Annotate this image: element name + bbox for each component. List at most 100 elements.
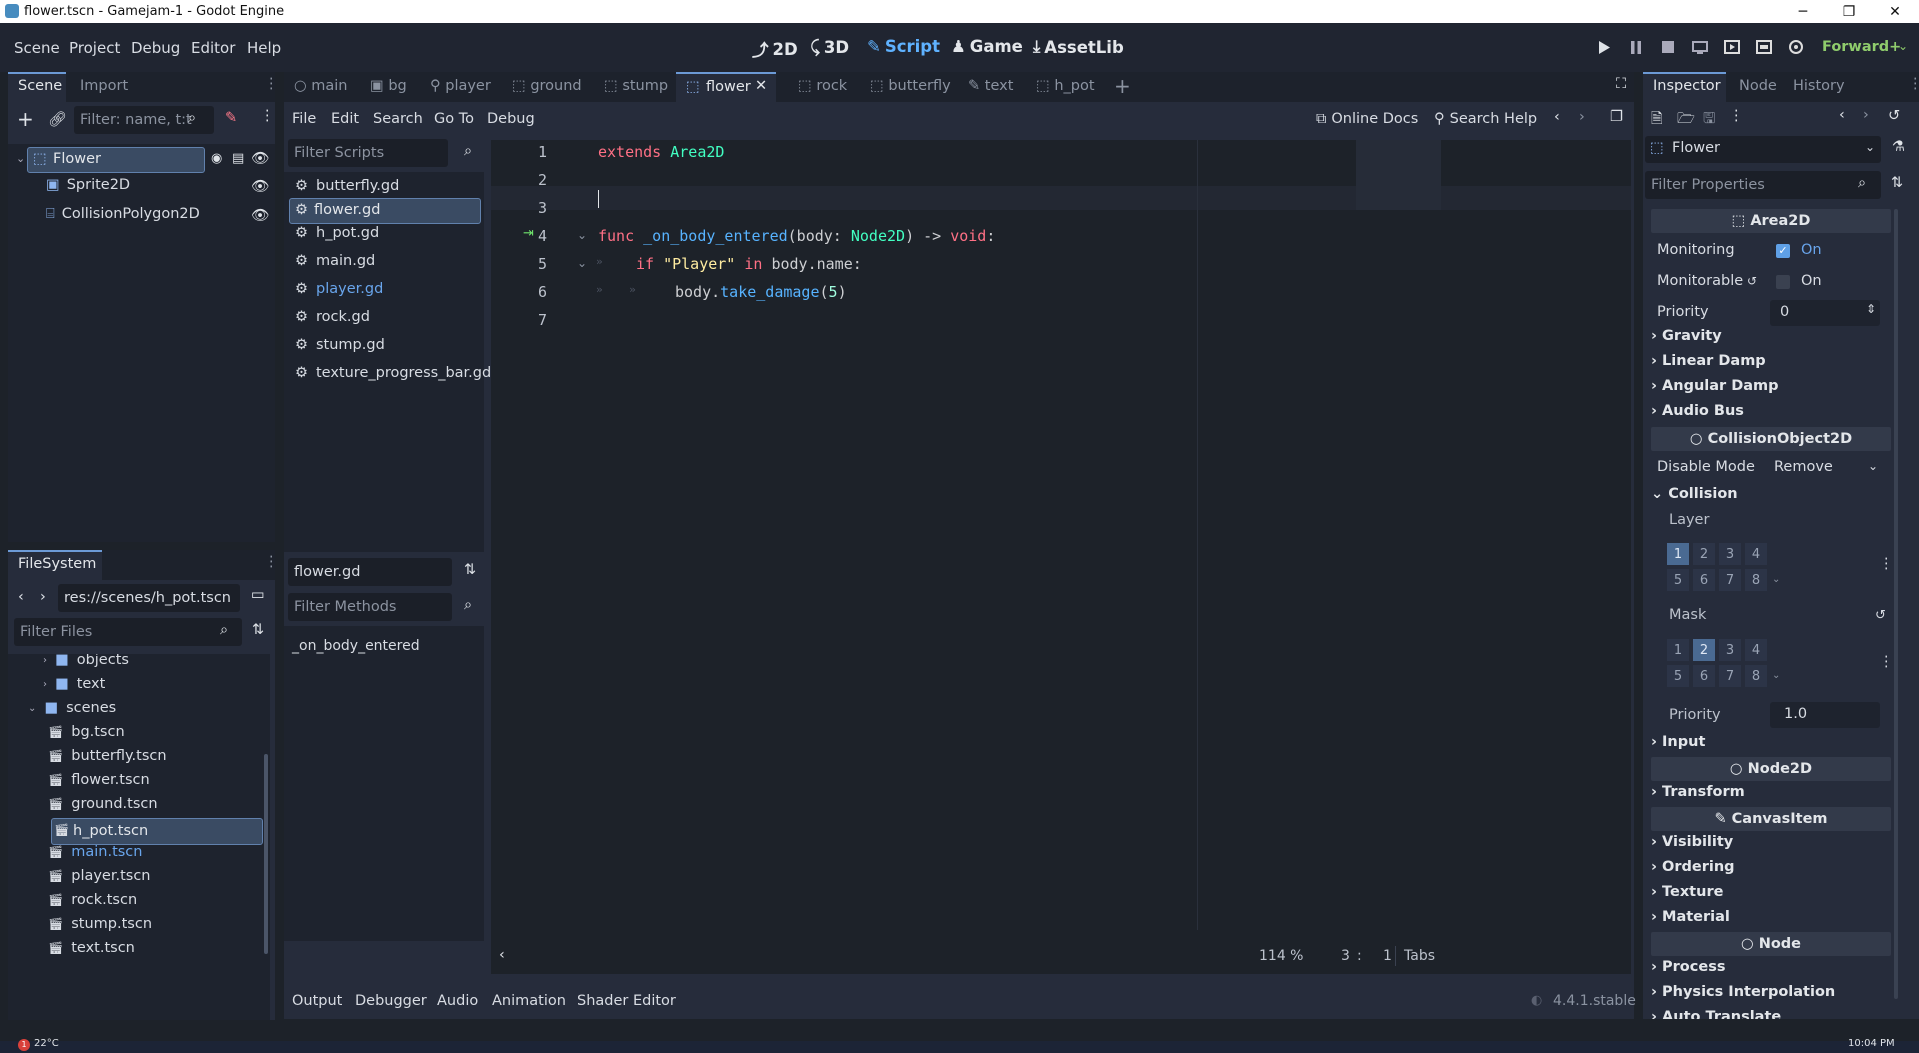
- scene-node-flower[interactable]: ⬚ Flower: [27, 147, 205, 173]
- script-menu-file[interactable]: File: [292, 111, 316, 127]
- next-object-icon[interactable]: ›: [1863, 107, 1869, 123]
- revert-icon[interactable]: ↺: [1747, 274, 1757, 288]
- updown-icon[interactable]: ⇕: [1866, 302, 1876, 316]
- tab-inspector[interactable]: Inspector: [1653, 78, 1721, 94]
- collision-bit-3[interactable]: 3: [1719, 639, 1741, 661]
- script-menu-edit[interactable]: Edit: [331, 111, 359, 127]
- collision-mask-grid[interactable]: 1234 5678: [1667, 639, 1767, 687]
- path-field[interactable]: res://scenes/h_pot.tscn: [58, 584, 240, 612]
- section-ordering[interactable]: › Ordering: [1651, 859, 1735, 875]
- collision-bit-5[interactable]: 5: [1667, 569, 1689, 591]
- bottom-tab-shader-editor[interactable]: Shader Editor: [577, 993, 676, 1009]
- script-item[interactable]: ⚙ rock.gd: [295, 309, 370, 325]
- file-item[interactable]: 🎬︎ player.tscn: [48, 868, 151, 884]
- collision-bit-7[interactable]: 7: [1719, 569, 1741, 591]
- script-item-selected[interactable]: ⚙ flower.gd: [289, 198, 481, 224]
- section-material[interactable]: › Material: [1651, 909, 1730, 925]
- tab-filesystem[interactable]: FileSystem: [18, 556, 96, 572]
- collision-bit-3[interactable]: 3: [1719, 543, 1741, 565]
- revert-icon[interactable]: ↺: [1875, 608, 1886, 623]
- workspace-script-button[interactable]: ✎ Script: [867, 37, 940, 56]
- script-item[interactable]: ⚙ texture_progress_bar.gd: [295, 365, 491, 381]
- section-gravity[interactable]: › Gravity: [1651, 328, 1722, 344]
- scene-node-sprite2d[interactable]: ▣ Sprite2D: [46, 177, 130, 193]
- scene-tab-flower[interactable]: ⬚ flower ✕: [676, 72, 776, 102]
- script-item[interactable]: ⚙ butterfly.gd: [295, 178, 399, 194]
- inspector-scrollbar[interactable]: [1894, 209, 1898, 999]
- weather-temp[interactable]: 22°C: [34, 1038, 59, 1049]
- collision-bit-5[interactable]: 5: [1667, 665, 1689, 687]
- history-forward-icon[interactable]: ›: [1579, 109, 1585, 125]
- monitorable-checkbox[interactable]: [1776, 275, 1790, 289]
- chevron-down-icon[interactable]: ⌄: [1898, 39, 1908, 53]
- file-item[interactable]: 🎬︎ text.tscn: [48, 940, 135, 956]
- dock-menu-icon[interactable]: ⋮: [264, 554, 279, 570]
- play-scene-icon[interactable]: [1720, 35, 1744, 59]
- bottom-tab-audio[interactable]: Audio: [437, 993, 478, 1009]
- collision-bit-6[interactable]: 6: [1693, 569, 1715, 591]
- scene-tab-butterfly[interactable]: ⬚ butterfly: [870, 78, 951, 94]
- distraction-free-icon[interactable]: ⛶: [1616, 76, 1626, 92]
- renderer-selector[interactable]: Forward+: [1822, 39, 1901, 55]
- sort-properties-icon[interactable]: ⇅: [1891, 175, 1903, 191]
- sort-methods-icon[interactable]: ⇅: [464, 562, 476, 578]
- close-tab-icon[interactable]: ✕: [755, 78, 767, 94]
- scene-tab-rock[interactable]: ⬚ rock: [798, 78, 847, 94]
- stop-button[interactable]: [1656, 35, 1680, 59]
- remote-debug-icon[interactable]: [1688, 35, 1712, 59]
- section-collision[interactable]: ⌄ Collision: [1651, 486, 1738, 502]
- scene-tab-player[interactable]: ⚲ player: [430, 78, 491, 94]
- split-view-icon[interactable]: ▭: [251, 587, 265, 603]
- new-resource-icon[interactable]: 🗎︎: [1651, 108, 1663, 133]
- script-icon[interactable]: ▤: [232, 151, 244, 166]
- previous-object-icon[interactable]: ‹: [1839, 107, 1845, 123]
- menu-project[interactable]: Project: [69, 39, 120, 57]
- movie-maker-icon[interactable]: [1784, 35, 1808, 59]
- scene-tab-stump[interactable]: ⬚ stump: [604, 78, 668, 94]
- section-texture[interactable]: › Texture: [1651, 884, 1723, 900]
- search-help-button[interactable]: ⚲ Search Help: [1434, 111, 1537, 127]
- section-audio-bus[interactable]: › Audio Bus: [1651, 403, 1744, 419]
- play-button[interactable]: [1592, 35, 1616, 59]
- scene-tab-bg[interactable]: ▣ bg: [370, 78, 407, 94]
- menu-scene[interactable]: Scene: [14, 39, 60, 57]
- monitoring-checkbox[interactable]: ✓: [1776, 244, 1790, 258]
- file-item[interactable]: 🎬︎ stump.tscn: [48, 916, 152, 932]
- visibility-eye-icon[interactable]: 👁︎: [251, 178, 269, 195]
- minimize-button[interactable]: ─: [1780, 0, 1826, 23]
- layer-menu-icon[interactable]: ⋮: [1879, 556, 1894, 572]
- collision-bit-6[interactable]: 6: [1693, 665, 1715, 687]
- collision-bit-4[interactable]: 4: [1745, 639, 1767, 661]
- code-editor[interactable]: 1 2 3 ⇥ 4 5 6 7 ⌄ ⌄ extends Area2D func …: [491, 140, 1631, 940]
- pause-button[interactable]: [1624, 35, 1648, 59]
- collision-bit-7[interactable]: 7: [1719, 665, 1741, 687]
- collision-bit-2[interactable]: 2: [1693, 543, 1715, 565]
- collision-bit-1[interactable]: 1: [1667, 543, 1689, 565]
- add-node-icon[interactable]: +: [17, 107, 34, 131]
- file-item[interactable]: 🎬︎ flower.tscn: [48, 772, 150, 788]
- link-icon[interactable]: 🔗︎: [48, 110, 67, 128]
- section-angular-damp[interactable]: › Angular Damp: [1651, 378, 1779, 394]
- section-auto-translate[interactable]: › Auto Translate: [1651, 1009, 1781, 1019]
- history-icon[interactable]: ↺: [1888, 108, 1900, 124]
- section-linear-damp[interactable]: › Linear Damp: [1651, 353, 1766, 369]
- scene-tab-ground[interactable]: ⬚ ground: [512, 78, 582, 94]
- back-icon[interactable]: ‹: [18, 589, 24, 605]
- minimap[interactable]: [1356, 140, 1441, 210]
- play-custom-scene-icon[interactable]: [1752, 35, 1776, 59]
- add-scene-tab-icon[interactable]: +: [1114, 74, 1131, 98]
- script-item[interactable]: ⚙ stump.gd: [295, 337, 385, 353]
- close-window-button[interactable]: ✕: [1872, 0, 1918, 23]
- collision-bit-1[interactable]: 1: [1667, 639, 1689, 661]
- collision-bit-2[interactable]: 2: [1693, 639, 1715, 661]
- tab-import[interactable]: Import: [80, 78, 128, 94]
- more-options-icon[interactable]: ⋮: [1729, 108, 1744, 124]
- collision-bit-8[interactable]: 8: [1745, 569, 1767, 591]
- zoom-level[interactable]: 114 %: [1259, 948, 1303, 964]
- script-menu-debug[interactable]: Debug: [487, 111, 535, 127]
- online-docs-button[interactable]: ⧉ Online Docs: [1316, 111, 1418, 127]
- collision-layer-grid[interactable]: 1234 5678: [1667, 543, 1767, 591]
- indent-mode[interactable]: Tabs: [1404, 948, 1435, 964]
- filter-files-input[interactable]: Filter Files: [14, 618, 242, 646]
- object-selector[interactable]: ⬚ Flower ⌄: [1645, 136, 1881, 163]
